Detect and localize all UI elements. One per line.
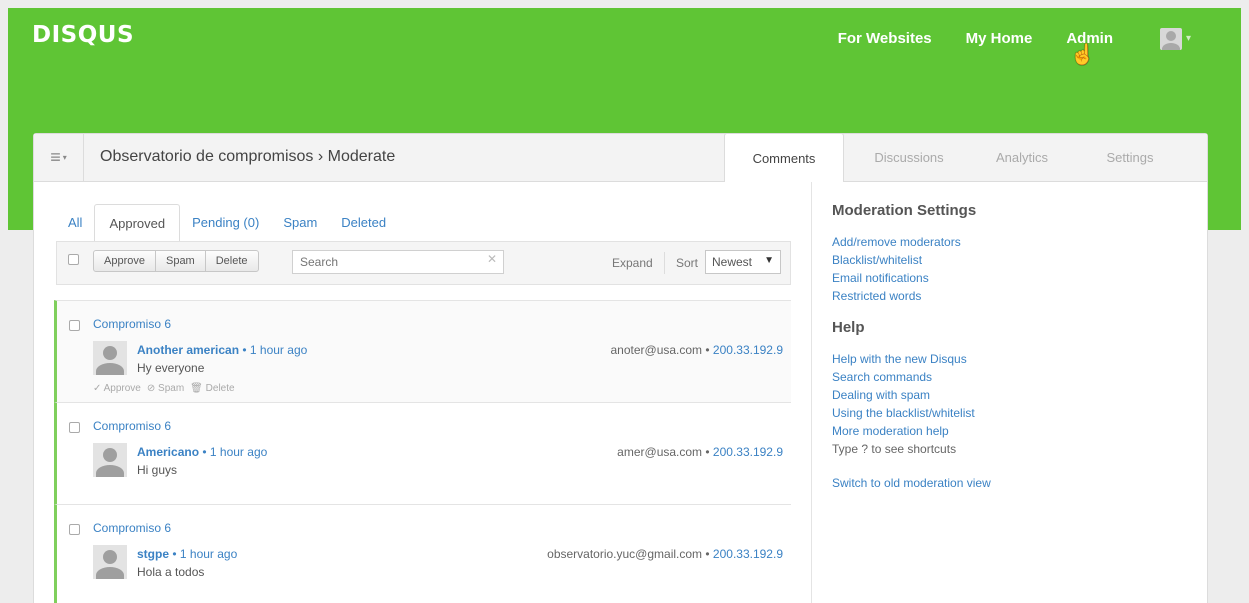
link-add-remove-moderators[interactable]: Add/remove moderators (832, 233, 1192, 251)
comment-text: Hola a todos (137, 565, 205, 579)
check-icon: ✓ (93, 383, 102, 394)
ip-address[interactable]: 200.33.192.9 (713, 547, 783, 561)
user-avatar-icon[interactable] (1160, 28, 1182, 50)
sort-select[interactable]: Newest ▼ (705, 250, 781, 274)
comment-row: Compromiso 6 stgpe • 1 hour ago Hola a t… (54, 504, 791, 603)
page-title: Observatorio de compromisos › Moderate (100, 148, 396, 165)
filter-tabs: All Approved Pending (0) Spam Deleted (56, 204, 398, 242)
comment-checkbox[interactable] (69, 320, 80, 331)
author-name[interactable]: Another american (137, 343, 239, 357)
moderation-settings-heading: Moderation Settings (832, 202, 977, 219)
delete-action-label: Delete (205, 383, 235, 394)
discussion-link[interactable]: Compromiso 6 (93, 317, 171, 331)
delete-button[interactable]: Delete (206, 251, 258, 271)
menu-button[interactable]: ≡ ▾ (34, 134, 84, 181)
spam-action[interactable]: ⊘ Spam (147, 383, 184, 394)
spam-action-label: Spam (158, 383, 185, 394)
nav-for-websites[interactable]: For Websites (838, 30, 932, 47)
delete-action[interactable]: 🗑 Delete (190, 383, 234, 394)
filter-spam[interactable]: Spam (271, 204, 329, 242)
approve-action[interactable]: ✓ Approve (93, 383, 141, 394)
comment-source: amer@usa.com • 200.33.192.9 (617, 445, 783, 459)
filter-pending[interactable]: Pending (0) (180, 204, 271, 242)
comment-row: Compromiso 6 Americano • 1 hour ago Hi g… (54, 402, 791, 504)
toolbar-divider (664, 252, 665, 274)
chevron-down-icon: ▾ (62, 153, 67, 162)
nav-my-home[interactable]: My Home (966, 30, 1033, 47)
sidebar: Moderation Settings Add/remove moderator… (832, 202, 1192, 492)
sort-value: Newest (712, 255, 753, 269)
link-dealing-with-spam[interactable]: Dealing with spam (832, 386, 1192, 404)
tab-analytics[interactable]: Analytics (974, 133, 1070, 182)
comment-meta: Americano • 1 hour ago (137, 445, 268, 459)
chevron-down-icon[interactable]: ▾ (1186, 33, 1191, 44)
comment-time[interactable]: 1 hour ago (250, 343, 307, 357)
link-help-new-disqus[interactable]: Help with the new Disqus (832, 350, 1192, 368)
discussion-link[interactable]: Compromiso 6 (93, 521, 171, 535)
ip-address[interactable]: 200.33.192.9 (713, 343, 783, 357)
comment-source: observatorio.yuc@gmail.com • 200.33.192.… (547, 547, 783, 561)
avatar[interactable] (93, 545, 127, 579)
triangle-down-icon: ▼ (764, 255, 774, 266)
link-more-moderation-help[interactable]: More moderation help (832, 422, 1192, 440)
avatar[interactable] (93, 341, 127, 375)
panel-header: ≡ ▾ Observatorio de compromisos › Moderat… (34, 133, 1207, 182)
author-name[interactable]: stgpe (137, 547, 169, 561)
comment-meta: Another american • 1 hour ago (137, 343, 308, 357)
discussion-link[interactable]: Compromiso 6 (93, 419, 171, 433)
moderation-toolbar: Approve Spam Delete ✕ Expand Sort Newest… (56, 241, 791, 285)
comment-source: anoter@usa.com • 200.33.192.9 (610, 343, 783, 357)
avatar[interactable] (93, 443, 127, 477)
link-blacklist-whitelist[interactable]: Blacklist/whitelist (832, 251, 1192, 269)
approve-action-label: Approve (103, 383, 141, 394)
search-input[interactable] (292, 250, 504, 274)
filter-deleted[interactable]: Deleted (329, 204, 398, 242)
comment-row: Compromiso 6 Another american • 1 hour a… (54, 300, 791, 402)
filter-approved[interactable]: Approved (94, 204, 181, 242)
ip-address[interactable]: 200.33.192.9 (713, 445, 783, 459)
block-icon: ⊘ (146, 383, 156, 394)
tab-discussions[interactable]: Discussions (844, 133, 974, 182)
trash-icon: 🗑 (190, 383, 203, 394)
comment-text: Hy everyone (137, 361, 205, 375)
main-tabs: Comments Discussions Analytics Settings (724, 133, 1190, 182)
comment-checkbox[interactable] (69, 422, 80, 433)
author-email: amer@usa.com (617, 445, 703, 459)
link-email-notifications[interactable]: Email notifications (832, 269, 1192, 287)
tab-comments[interactable]: Comments (724, 133, 844, 182)
sort-label: Sort (676, 256, 699, 270)
help-heading: Help (832, 319, 865, 336)
select-all-checkbox[interactable] (68, 254, 79, 265)
disqus-logo[interactable]: DISQUS (32, 22, 134, 48)
filter-all[interactable]: All (56, 204, 94, 242)
link-using-blacklist[interactable]: Using the blacklist/whitelist (832, 404, 1192, 422)
comment-meta: stgpe • 1 hour ago (137, 547, 238, 561)
hamburger-icon: ≡ (50, 147, 61, 167)
link-restricted-words[interactable]: Restricted words (832, 287, 1192, 305)
comment-time[interactable]: 1 hour ago (180, 547, 237, 561)
link-search-commands[interactable]: Search commands (832, 368, 1192, 386)
comment-actions: ✓ Approve ⊘ Spam 🗑 Delete (93, 383, 235, 394)
comment-time[interactable]: 1 hour ago (210, 445, 267, 459)
sidebar-divider (811, 182, 812, 603)
link-switch-old-view[interactable]: Switch to old moderation view (832, 474, 1192, 492)
clear-search-icon[interactable]: ✕ (487, 252, 497, 266)
author-name[interactable]: Americano (137, 445, 199, 459)
comment-checkbox[interactable] (69, 524, 80, 535)
hand-cursor-icon: ☝ (1070, 44, 1095, 66)
approve-button[interactable]: Approve (94, 251, 156, 271)
tab-settings[interactable]: Settings (1070, 133, 1190, 182)
bulk-action-buttons: Approve Spam Delete (93, 250, 259, 272)
expand-link[interactable]: Expand (612, 256, 653, 270)
moderation-panel: ≡ ▾ Observatorio de compromisos › Moderat… (33, 133, 1208, 603)
author-email: observatorio.yuc@gmail.com (547, 547, 703, 561)
shortcut-hint: Type ? to see shortcuts (832, 442, 957, 456)
author-email: anoter@usa.com (610, 343, 703, 357)
comment-text: Hi guys (137, 463, 178, 477)
spam-button[interactable]: Spam (156, 251, 206, 271)
